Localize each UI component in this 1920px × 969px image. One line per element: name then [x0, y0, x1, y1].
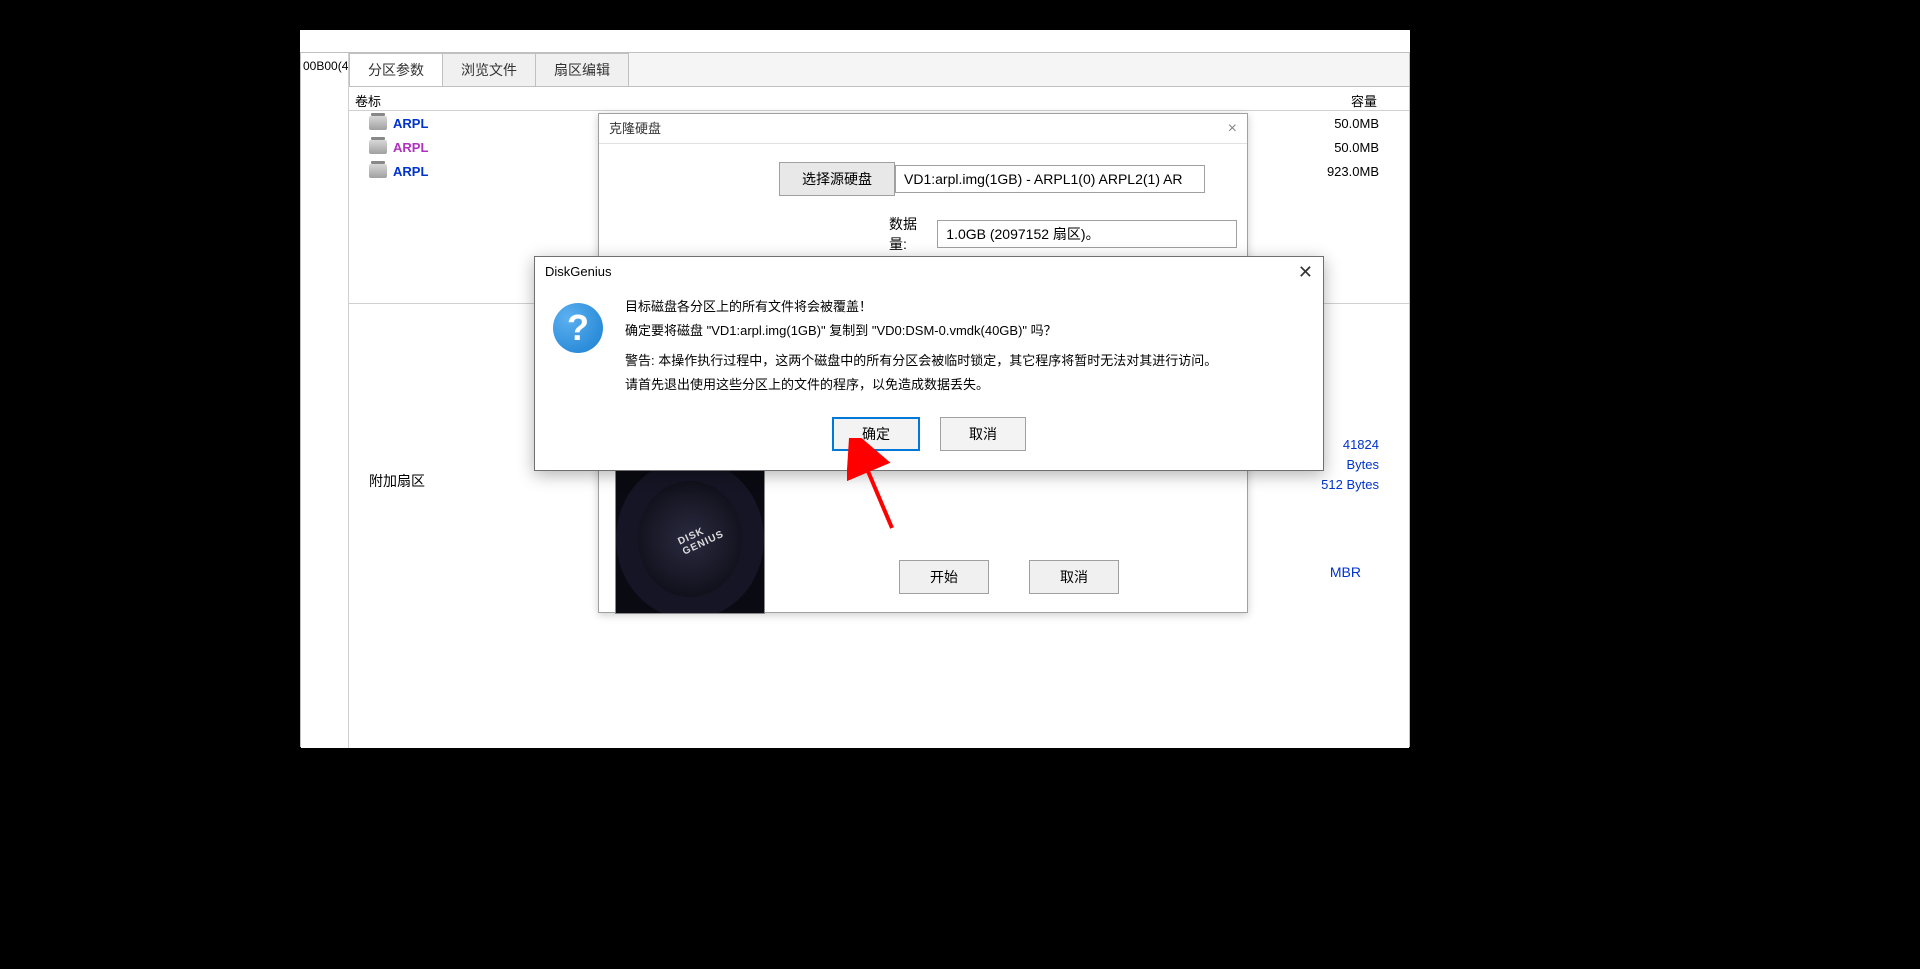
partition-capacity: 923.0MB [1327, 164, 1379, 179]
attach-sector-label: 附加扇区 [369, 471, 425, 491]
tabs: 分区参数 浏览文件 扇区编辑 [349, 53, 1409, 87]
col-volume-label: 卷标 [349, 91, 409, 106]
cancel-button[interactable]: 取消 [940, 417, 1026, 451]
disk-icon [369, 116, 387, 130]
tree-item[interactable]: 00B00(42 [301, 53, 348, 79]
msg-line: 请首先退出使用这些分区上的文件的程序，以免造成数据丢失。 [625, 375, 1217, 395]
close-icon[interactable]: × [1228, 114, 1237, 144]
clone-title-text: 克隆硬盘 [609, 114, 661, 144]
partition-capacity: 50.0MB [1334, 140, 1379, 155]
disk-icon [369, 164, 387, 178]
select-source-disk-button[interactable]: 选择源硬盘 [779, 162, 895, 196]
cancel-button[interactable]: 取消 [1029, 560, 1119, 594]
info-value: 41824 [1321, 435, 1379, 455]
info-values: 41824 Bytes 512 Bytes [1321, 435, 1379, 495]
close-icon[interactable]: ✕ [1298, 257, 1313, 287]
source-disk-field[interactable] [895, 165, 1205, 193]
col-capacity: 容量 [1351, 91, 1377, 110]
confirm-title-bar: DiskGenius ✕ [535, 257, 1323, 287]
msg-line: 目标磁盘各分区上的所有文件将会被覆盖！ [625, 297, 1217, 317]
start-button[interactable]: 开始 [899, 560, 989, 594]
tab-browse-files[interactable]: 浏览文件 [442, 53, 536, 86]
partition-name: ARPL [393, 116, 428, 131]
main-window: 00B00(42 分区参数 浏览文件 扇区编辑 卷标 容量 ARPL 50.0M… [300, 52, 1410, 747]
logo-text: DISK GENIUS [676, 511, 743, 558]
left-tree: 00B00(42 [301, 53, 349, 748]
ok-button[interactable]: 确定 [832, 417, 920, 451]
mbr-label: MBR [1330, 564, 1361, 580]
data-amount-label: 数据量: [889, 214, 933, 254]
tab-partition-params[interactable]: 分区参数 [349, 53, 443, 86]
confirm-dialog: DiskGenius ✕ ? 目标磁盘各分区上的所有文件将会被覆盖！ 确定要将磁… [534, 256, 1324, 471]
info-value: 512 Bytes [1321, 475, 1379, 495]
confirm-title: DiskGenius [545, 257, 611, 287]
partition-capacity: 50.0MB [1334, 116, 1379, 131]
info-value: Bytes [1321, 455, 1379, 475]
msg-line: 确定要将磁盘 "VD1:arpl.img(1GB)" 复制到 "VD0:DSM-… [625, 321, 1217, 341]
partition-name: ARPL [393, 140, 428, 155]
diskgenius-logo: DISK GENIUS [615, 464, 765, 614]
clone-dialog-title: 克隆硬盘 × [599, 114, 1247, 144]
question-icon: ? [553, 303, 603, 353]
title-remnant [300, 30, 1410, 52]
confirm-message: 目标磁盘各分区上的所有文件将会被覆盖！ 确定要将磁盘 "VD1:arpl.img… [625, 297, 1217, 399]
right-pane: 分区参数 浏览文件 扇区编辑 卷标 容量 ARPL 50.0MB ARPL 50… [349, 53, 1409, 748]
data-amount-field [937, 220, 1237, 248]
list-header: 卷标 容量 [349, 87, 1409, 111]
disk-icon [369, 140, 387, 154]
tab-sector-edit[interactable]: 扇区编辑 [535, 53, 629, 86]
msg-line: 警告: 本操作执行过程中，这两个磁盘中的所有分区会被临时锁定，其它程序将暂时无法… [625, 351, 1217, 371]
partition-name: ARPL [393, 164, 428, 179]
